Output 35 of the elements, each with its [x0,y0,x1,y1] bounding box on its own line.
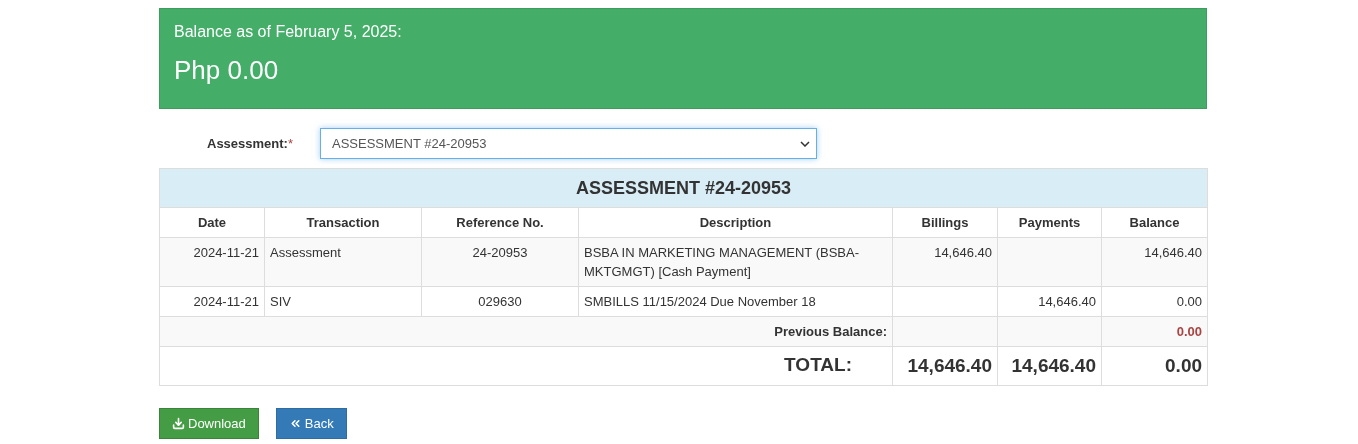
balance-caption: Balance as of February 5, 2025: [174,23,403,41]
double-chevron-left-icon [288,417,302,430]
table-cell: SIV [264,286,422,317]
table-cell: 14,646.40 [997,346,1102,386]
table-cell: 0.00 [1101,346,1208,386]
table-cell: 029630 [421,286,579,317]
table-cell: BSBA IN MARKETING MANAGEMENT (BSBA-MKTGMGT) [Cash Payment] [578,237,893,287]
assessment-select[interactable]: ASSESSMENT #24-20953 [320,128,817,159]
download-icon [172,417,185,430]
column-header: Transaction [264,207,422,238]
balance-amount: Php 0.00 [174,55,280,86]
column-header: Billings [892,207,998,238]
table-cell: SMBILLS 11/15/2024 Due November 18 [578,286,893,317]
assessment-label: Assessment:* [206,136,294,151]
column-header: Balance [1101,207,1208,238]
table-cell: 14,646.40 [892,346,998,386]
table-cell: 14,646.40 [997,286,1102,317]
back-button[interactable]: Back [275,408,347,439]
column-header: Reference No. [421,207,579,238]
table-title: ASSESSMENT #24-20953 [159,168,1208,208]
table-cell: 0.00 [1101,316,1208,347]
table-cell: 0.00 [1101,286,1208,317]
table-cell: 14,646.40 [1101,237,1208,287]
chevron-down-icon [800,140,810,147]
column-header: Payments [997,207,1102,238]
table-cell: Assessment [264,237,422,287]
table-cell: 2024-11-21 [159,286,265,317]
column-header: Description [578,207,893,238]
column-header: Date [159,207,265,238]
download-button[interactable]: Download [159,408,259,439]
table-cell: Previous Balance: [159,316,893,347]
table-cell: 2024-11-21 [159,237,265,287]
table-cell: TOTAL: [159,346,893,386]
table-cell: 24-20953 [421,237,579,287]
table-cell: 14,646.40 [892,237,998,287]
